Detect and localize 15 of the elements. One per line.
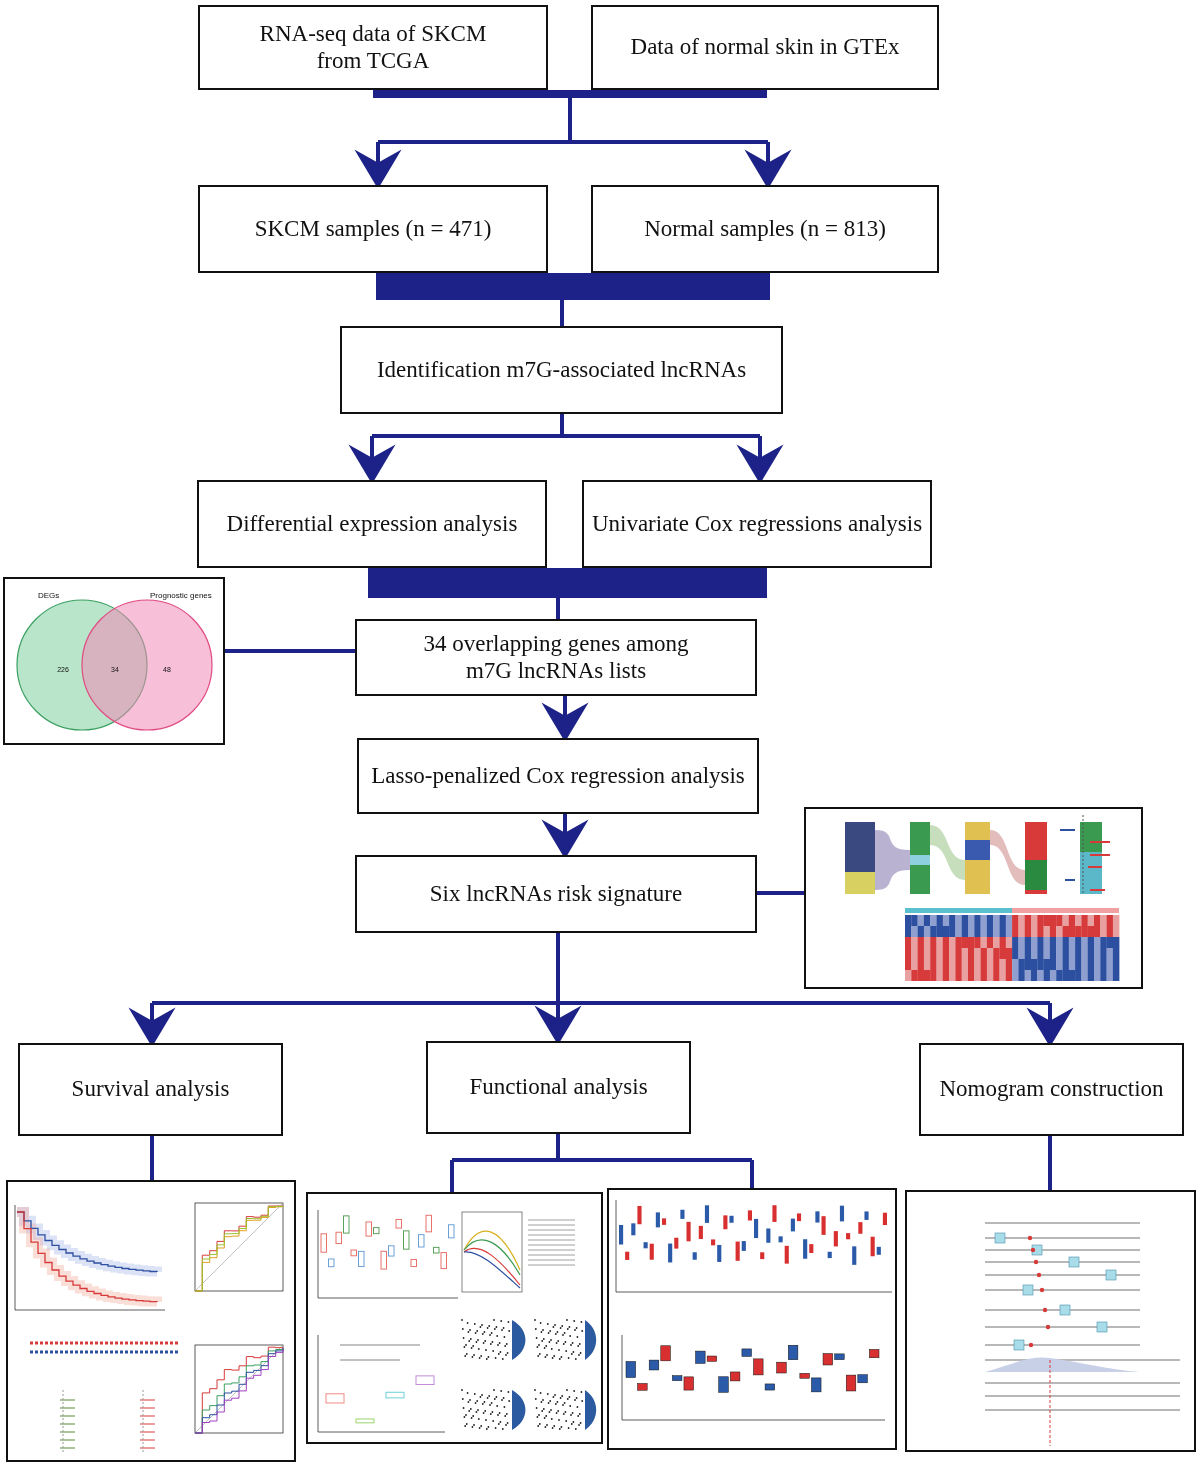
process-box: SKCM samples (n = 471) — [198, 185, 548, 273]
process-box: Functional analysis — [426, 1041, 691, 1134]
process-box: Identification m7G-associated lncRNAs — [340, 326, 783, 414]
venn-label: DEGs — [38, 591, 60, 600]
process-box: Data of normal skin in GTEx — [591, 5, 939, 90]
process-box: Nomogram construction — [919, 1043, 1184, 1136]
process-box: Differential expression analysis — [197, 480, 547, 568]
process-box: Lasso-penalized Cox regression analysis — [357, 738, 759, 814]
process-box: Six lncRNAs risk signature — [355, 855, 757, 933]
process-box: Univariate Cox regressions analysis — [582, 480, 932, 568]
process-box: Normal samples (n = 813) — [591, 185, 939, 273]
venn-label: Prognostic genes — [150, 591, 212, 600]
process-box: 34 overlapping genes among m7G lncRNAs lists — [355, 619, 757, 696]
process-box: Survival analysis — [18, 1043, 283, 1136]
process-box: RNA-seq data of SKCM from TCGA — [198, 5, 548, 90]
